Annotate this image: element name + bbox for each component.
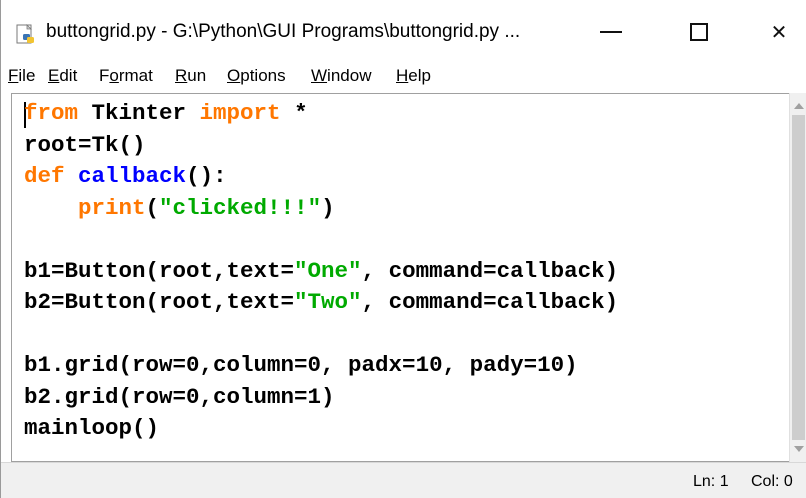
close-button[interactable]: ✕ xyxy=(749,12,806,52)
code-editor[interactable]: from Tkinter import * root=Tk() def call… xyxy=(11,93,789,462)
menu-edit[interactable]: Edit xyxy=(48,66,77,86)
close-icon: ✕ xyxy=(770,21,788,44)
status-bar: Ln: 1 Col: 0 xyxy=(1,462,806,498)
menu-window[interactable]: Window xyxy=(311,66,371,86)
menu-run[interactable]: Run xyxy=(175,66,206,86)
scroll-up-icon[interactable] xyxy=(794,103,804,109)
menu-options[interactable]: Options xyxy=(227,66,286,86)
minimize-icon xyxy=(600,31,622,33)
maximize-button[interactable] xyxy=(669,12,729,52)
scrollbar-thumb[interactable] xyxy=(792,115,805,440)
maximize-icon xyxy=(690,23,708,41)
idle-editor-window: buttongrid.py - G:\Python\GUI Programs\b… xyxy=(0,0,806,498)
code-text: from Tkinter import * root=Tk() def call… xyxy=(24,100,619,441)
window-title: buttongrid.py - G:\Python\GUI Programs\b… xyxy=(46,21,521,42)
minimize-button[interactable] xyxy=(581,12,641,52)
vertical-scrollbar[interactable] xyxy=(789,93,806,462)
scroll-down-icon[interactable] xyxy=(794,446,804,452)
menu-help[interactable]: Help xyxy=(396,66,431,86)
line-number: Ln: 1 xyxy=(693,473,729,490)
python-idle-icon xyxy=(16,24,34,44)
menu-format[interactable]: Format xyxy=(99,66,153,86)
menu-file[interactable]: File xyxy=(8,66,35,86)
menu-bar: File Edit Format Run Options Window Help xyxy=(1,62,806,92)
title-bar[interactable]: buttongrid.py - G:\Python\GUI Programs\b… xyxy=(1,0,806,62)
column-number: Col: 0 xyxy=(751,473,793,490)
